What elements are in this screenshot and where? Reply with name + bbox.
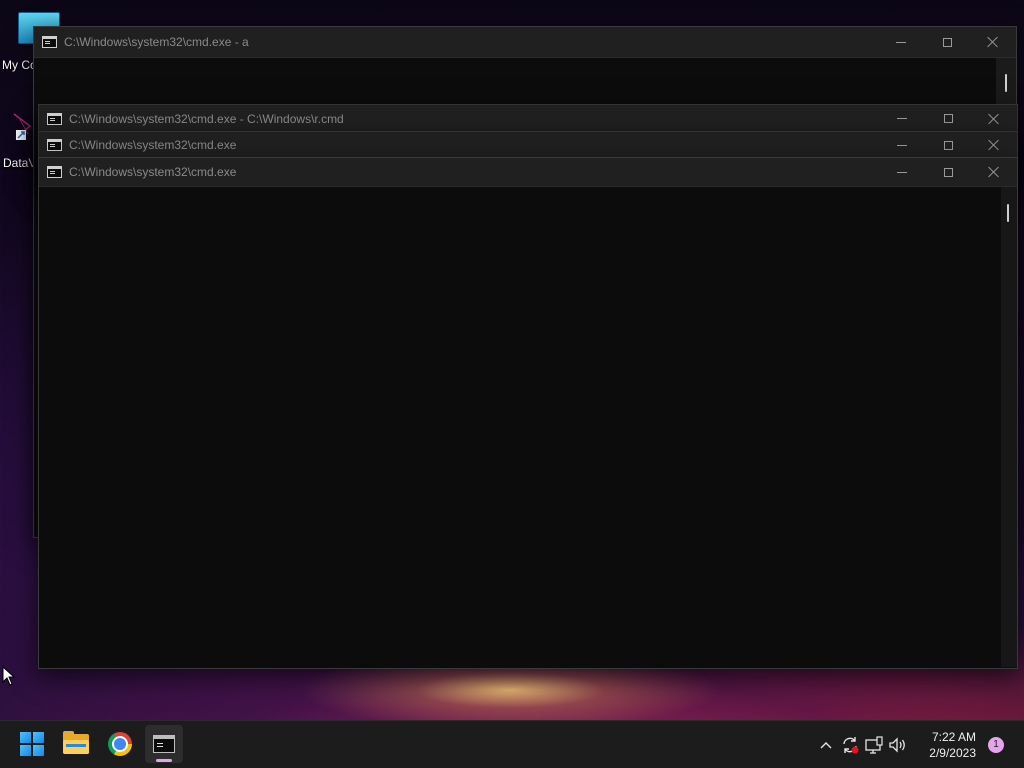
minimize-icon [897,171,907,173]
network-button[interactable] [862,733,886,757]
close-button[interactable] [971,132,1017,158]
sync-status-button[interactable] [838,733,862,757]
windows-logo-icon [20,732,44,756]
maximize-button[interactable] [925,132,971,158]
caption-buttons [879,158,1017,186]
maximize-icon [943,140,953,150]
console-area[interactable] [39,187,1017,667]
close-icon [988,113,1000,125]
maximize-icon [942,37,952,47]
taskbar-file-explorer[interactable] [57,725,95,763]
minimize-button[interactable] [879,132,925,158]
taskbar-chrome[interactable] [101,725,139,763]
volume-button[interactable] [886,733,910,757]
system-tray [814,721,910,768]
scroll-thumb[interactable] [1005,74,1007,92]
chrome-icon [108,732,132,756]
minimize-button[interactable] [879,158,925,186]
cmd-icon [47,139,62,151]
speaker-icon [889,736,905,753]
maximize-button[interactable] [924,27,970,57]
cmd-icon [47,112,62,125]
window-titlebar[interactable]: C:\Windows\system32\cmd.exe [39,132,1017,159]
cmd-window-foreground[interactable]: C:\Windows\system32\cmd.exe [38,157,1018,669]
mouse-cursor [2,665,16,686]
desktop-icon-label: My Co [2,58,37,72]
maximize-icon [943,114,953,123]
close-icon [987,36,999,48]
maximize-button[interactable] [925,105,971,132]
folder-icon [63,731,89,754]
chevron-up-icon [820,741,832,748]
window-titlebar[interactable]: C:\Windows\system32\cmd.exe [39,158,1017,187]
taskbar-clock[interactable]: 7:22 AM 2/9/2023 [929,729,976,761]
notification-badge[interactable]: 1 [988,737,1004,753]
window-title: C:\Windows\system32\cmd.exe [69,138,237,152]
clock-time: 7:22 AM [931,730,976,744]
sync-icon [843,736,859,753]
window-title: C:\Windows\system32\cmd.exe - C:\Windows… [69,111,344,126]
minimize-icon [896,41,906,43]
caption-buttons [879,132,1017,158]
close-button[interactable] [971,158,1017,186]
window-title: C:\Windows\system32\cmd.exe [69,165,237,179]
taskbar-command-prompt[interactable] [145,725,183,763]
close-button[interactable] [971,105,1017,132]
close-button[interactable] [970,27,1016,57]
taskbar: 7:22 AM 2/9/2023 1 [0,720,1024,768]
close-icon [988,139,1000,151]
terminal-icon [153,735,175,753]
start-button[interactable] [13,725,51,763]
cmd-icon [42,36,57,48]
active-app-indicator [156,759,172,762]
scrollbar[interactable] [1001,187,1017,667]
close-icon [988,166,1000,178]
window-titlebar[interactable]: C:\Windows\system32\cmd.exe - C:\Windows… [39,105,1017,133]
clock-date: 2/9/2023 [929,746,976,760]
scroll-thumb[interactable] [1007,204,1009,222]
network-icon [865,735,883,754]
caption-buttons [879,105,1017,132]
window-titlebar[interactable]: C:\Windows\system32\cmd.exe - a [34,27,1016,58]
minimize-button[interactable] [878,27,924,57]
maximize-button[interactable] [925,158,971,186]
caption-buttons [878,27,1016,57]
app-shortcut-icon [12,112,32,140]
minimize-button[interactable] [879,105,925,132]
minimize-icon [897,144,907,146]
cmd-icon [47,166,62,178]
maximize-icon [943,167,953,177]
window-title: C:\Windows\system32\cmd.exe - a [64,35,249,49]
minimize-icon [897,118,907,119]
desktop-icon-label: DataV [3,156,37,170]
show-hidden-icons-button[interactable] [814,733,838,757]
